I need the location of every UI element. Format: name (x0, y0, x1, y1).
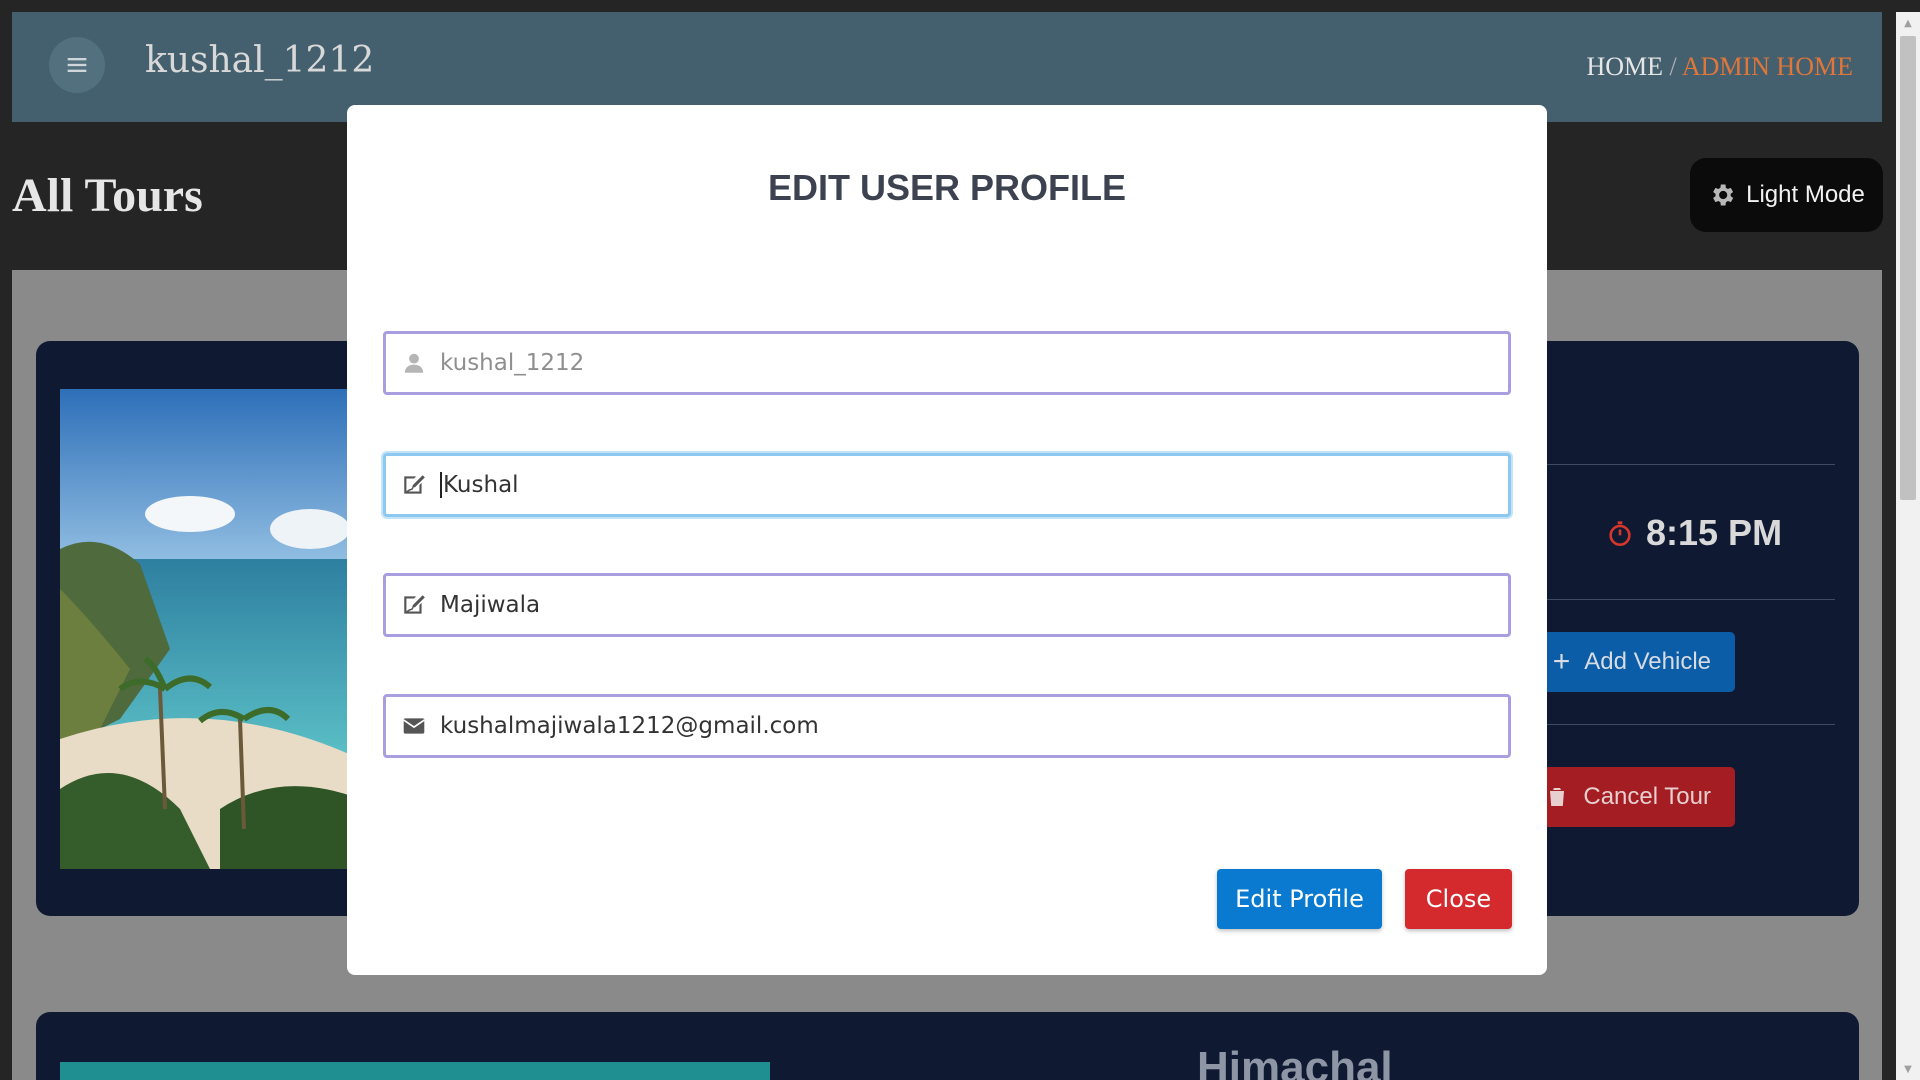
edit-profile-modal: EDIT USER PROFILE kushal_1212 Kushal Maj… (347, 105, 1547, 975)
card-divider (1540, 724, 1835, 725)
text-cursor (440, 472, 442, 498)
scrollbar-thumb[interactable] (1900, 36, 1916, 500)
email-value: kushalmajiwala1212@gmail.com (440, 713, 819, 739)
username-field[interactable]: kushal_1212 (383, 331, 1511, 395)
scroll-down-arrow-icon[interactable]: ▼ (1896, 1058, 1920, 1080)
hamburger-icon (67, 58, 87, 72)
envelope-icon (400, 712, 428, 740)
tour-time: 8:15 PM (1606, 512, 1782, 554)
add-vehicle-button[interactable]: + Add Vehicle (1530, 632, 1735, 692)
email-field[interactable]: kushalmajiwala1212@gmail.com (383, 694, 1511, 758)
add-vehicle-label: Add Vehicle (1584, 648, 1711, 675)
user-icon (400, 349, 428, 377)
tour-card-title: Himachal (1197, 1043, 1393, 1080)
last-name-field[interactable]: Majiwala (383, 573, 1511, 637)
breadcrumb: HOME / ADMIN HOME (1586, 52, 1853, 82)
edit-profile-button[interactable]: Edit Profile (1217, 869, 1382, 929)
username-value: kushal_1212 (440, 350, 585, 376)
light-mode-toggle-button[interactable]: Light Mode (1690, 158, 1883, 232)
tour-image (60, 389, 360, 869)
cancel-tour-button[interactable]: Cancel Tour (1530, 767, 1735, 827)
plus-icon: + (1552, 645, 1571, 678)
stopwatch-icon (1609, 521, 1631, 546)
first-name-value: Kushal (443, 472, 519, 498)
light-mode-label: Light Mode (1746, 181, 1865, 208)
signature-icon (400, 471, 428, 499)
first-name-field[interactable]: Kushal (383, 453, 1511, 517)
hamburger-menu-button[interactable] (49, 37, 105, 93)
trash-icon (1550, 788, 1565, 806)
signature-icon (400, 591, 428, 619)
cancel-tour-label: Cancel Tour (1583, 783, 1711, 810)
tour-image (60, 1062, 770, 1080)
page-title: All Tours (12, 169, 203, 222)
last-name-value: Majiwala (440, 592, 541, 618)
breadcrumb-admin-home[interactable]: ADMIN HOME (1682, 52, 1853, 81)
scroll-up-arrow-icon[interactable]: ▲ (1896, 12, 1920, 34)
navbar-username: kushal_1212 (145, 40, 375, 81)
breadcrumb-home-link[interactable]: HOME (1586, 52, 1663, 81)
tour-time-value: 8:15 PM (1646, 512, 1783, 553)
card-divider (1540, 464, 1835, 465)
close-button[interactable]: Close (1405, 869, 1512, 929)
modal-title: EDIT USER PROFILE (767, 167, 1127, 208)
card-divider (1540, 599, 1835, 600)
gear-icon (1713, 184, 1734, 206)
breadcrumb-separator: / (1669, 52, 1677, 81)
